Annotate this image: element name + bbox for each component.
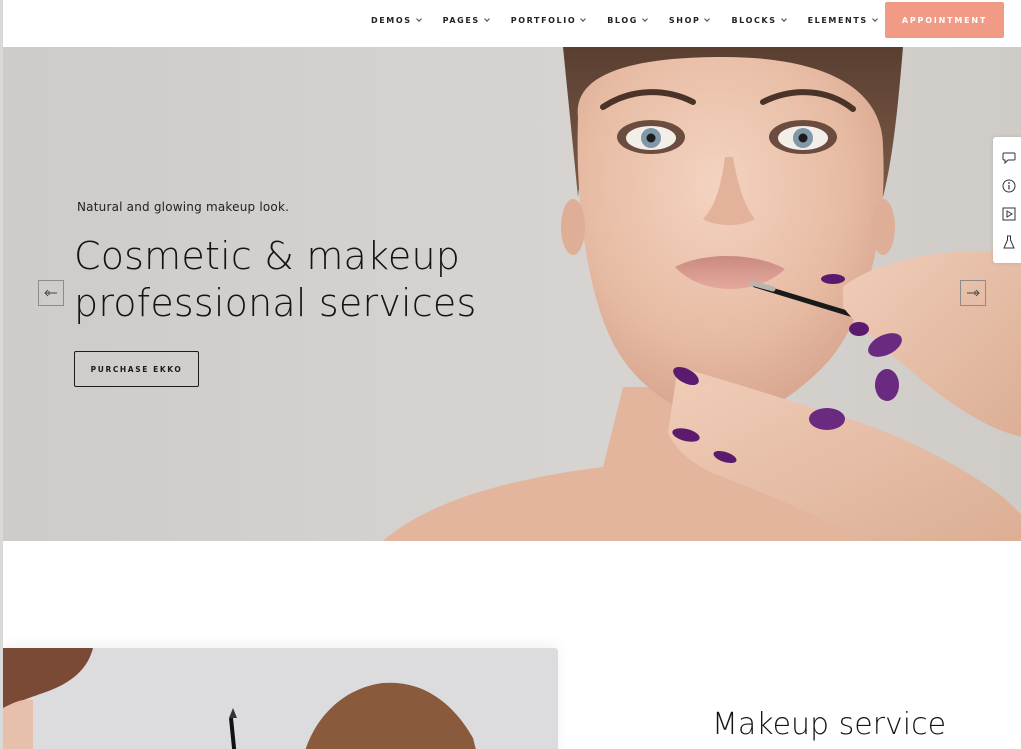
side-toolbar — [993, 137, 1021, 263]
hero-slider: Natural and glowing makeup look. Cosmeti… — [3, 47, 1021, 541]
service-photo — [3, 648, 558, 749]
page: DEMOS PAGES PORTFOLIO BLOG SHOP BLOCKS E… — [0, 0, 1021, 749]
nav-item-label: BLOCKS — [731, 15, 777, 25]
hero-eyebrow: Natural and glowing makeup look. — [77, 200, 290, 214]
side-tool-flask[interactable] — [1000, 233, 1018, 251]
info-icon — [1002, 179, 1015, 193]
nav-item-blog[interactable]: BLOG — [607, 15, 648, 25]
side-tool-chat[interactable] — [1000, 149, 1018, 167]
appointment-button[interactable]: APPOINTMENT — [885, 2, 1004, 38]
slider-prev-button[interactable] — [38, 280, 64, 306]
nav-item-label: PORTFOLIO — [510, 15, 577, 25]
hero-title-line-1: Cosmetic & makeup — [74, 234, 461, 278]
nav-item-blocks[interactable]: BLOCKS — [731, 15, 787, 25]
nav-item-pages[interactable]: PAGES — [442, 15, 490, 25]
chevron-down-icon — [704, 15, 711, 22]
nav-item-label: PAGES — [442, 15, 480, 25]
chevron-down-icon — [642, 15, 648, 22]
chevron-down-icon — [780, 15, 787, 22]
nav-item-portfolio[interactable]: PORTFOLIO — [510, 15, 587, 25]
nav-item-label: ELEMENTS — [807, 15, 868, 25]
nav-item-demos[interactable]: DEMOS — [371, 15, 422, 25]
hero-title-line-2: professional services — [74, 281, 477, 325]
arrow-right-icon — [967, 289, 980, 297]
nav-item-label: BLOG — [607, 15, 638, 25]
side-tool-video[interactable] — [1000, 205, 1018, 223]
service-image — [3, 648, 558, 749]
chevron-down-icon — [871, 15, 878, 22]
nav-item-elements[interactable]: ELEMENTS — [807, 15, 878, 25]
nav-item-label: SHOP — [668, 15, 701, 25]
chevron-down-icon — [483, 15, 490, 22]
video-icon — [1002, 207, 1015, 221]
purchase-button[interactable]: PURCHASE EKKO — [74, 351, 199, 387]
site-header: DEMOS PAGES PORTFOLIO BLOG SHOP BLOCKS E… — [3, 0, 1021, 47]
arrow-left-icon — [44, 289, 57, 297]
flask-icon — [1002, 235, 1015, 249]
nav-item-shop[interactable]: SHOP — [668, 15, 711, 25]
chevron-down-icon — [415, 15, 422, 22]
nav-item-label: DEMOS — [371, 15, 412, 25]
chat-icon — [1002, 152, 1015, 164]
side-tool-info[interactable] — [1000, 177, 1018, 195]
section-title: Makeup service — [712, 707, 947, 742]
hero-title: Cosmetic & makeup professional services — [74, 233, 476, 327]
chevron-down-icon — [580, 15, 587, 22]
slider-next-button[interactable] — [960, 280, 986, 306]
service-section: Makeup service — [3, 541, 1021, 749]
main-nav: DEMOS PAGES PORTFOLIO BLOG SHOP BLOCKS E… — [371, 0, 899, 40]
